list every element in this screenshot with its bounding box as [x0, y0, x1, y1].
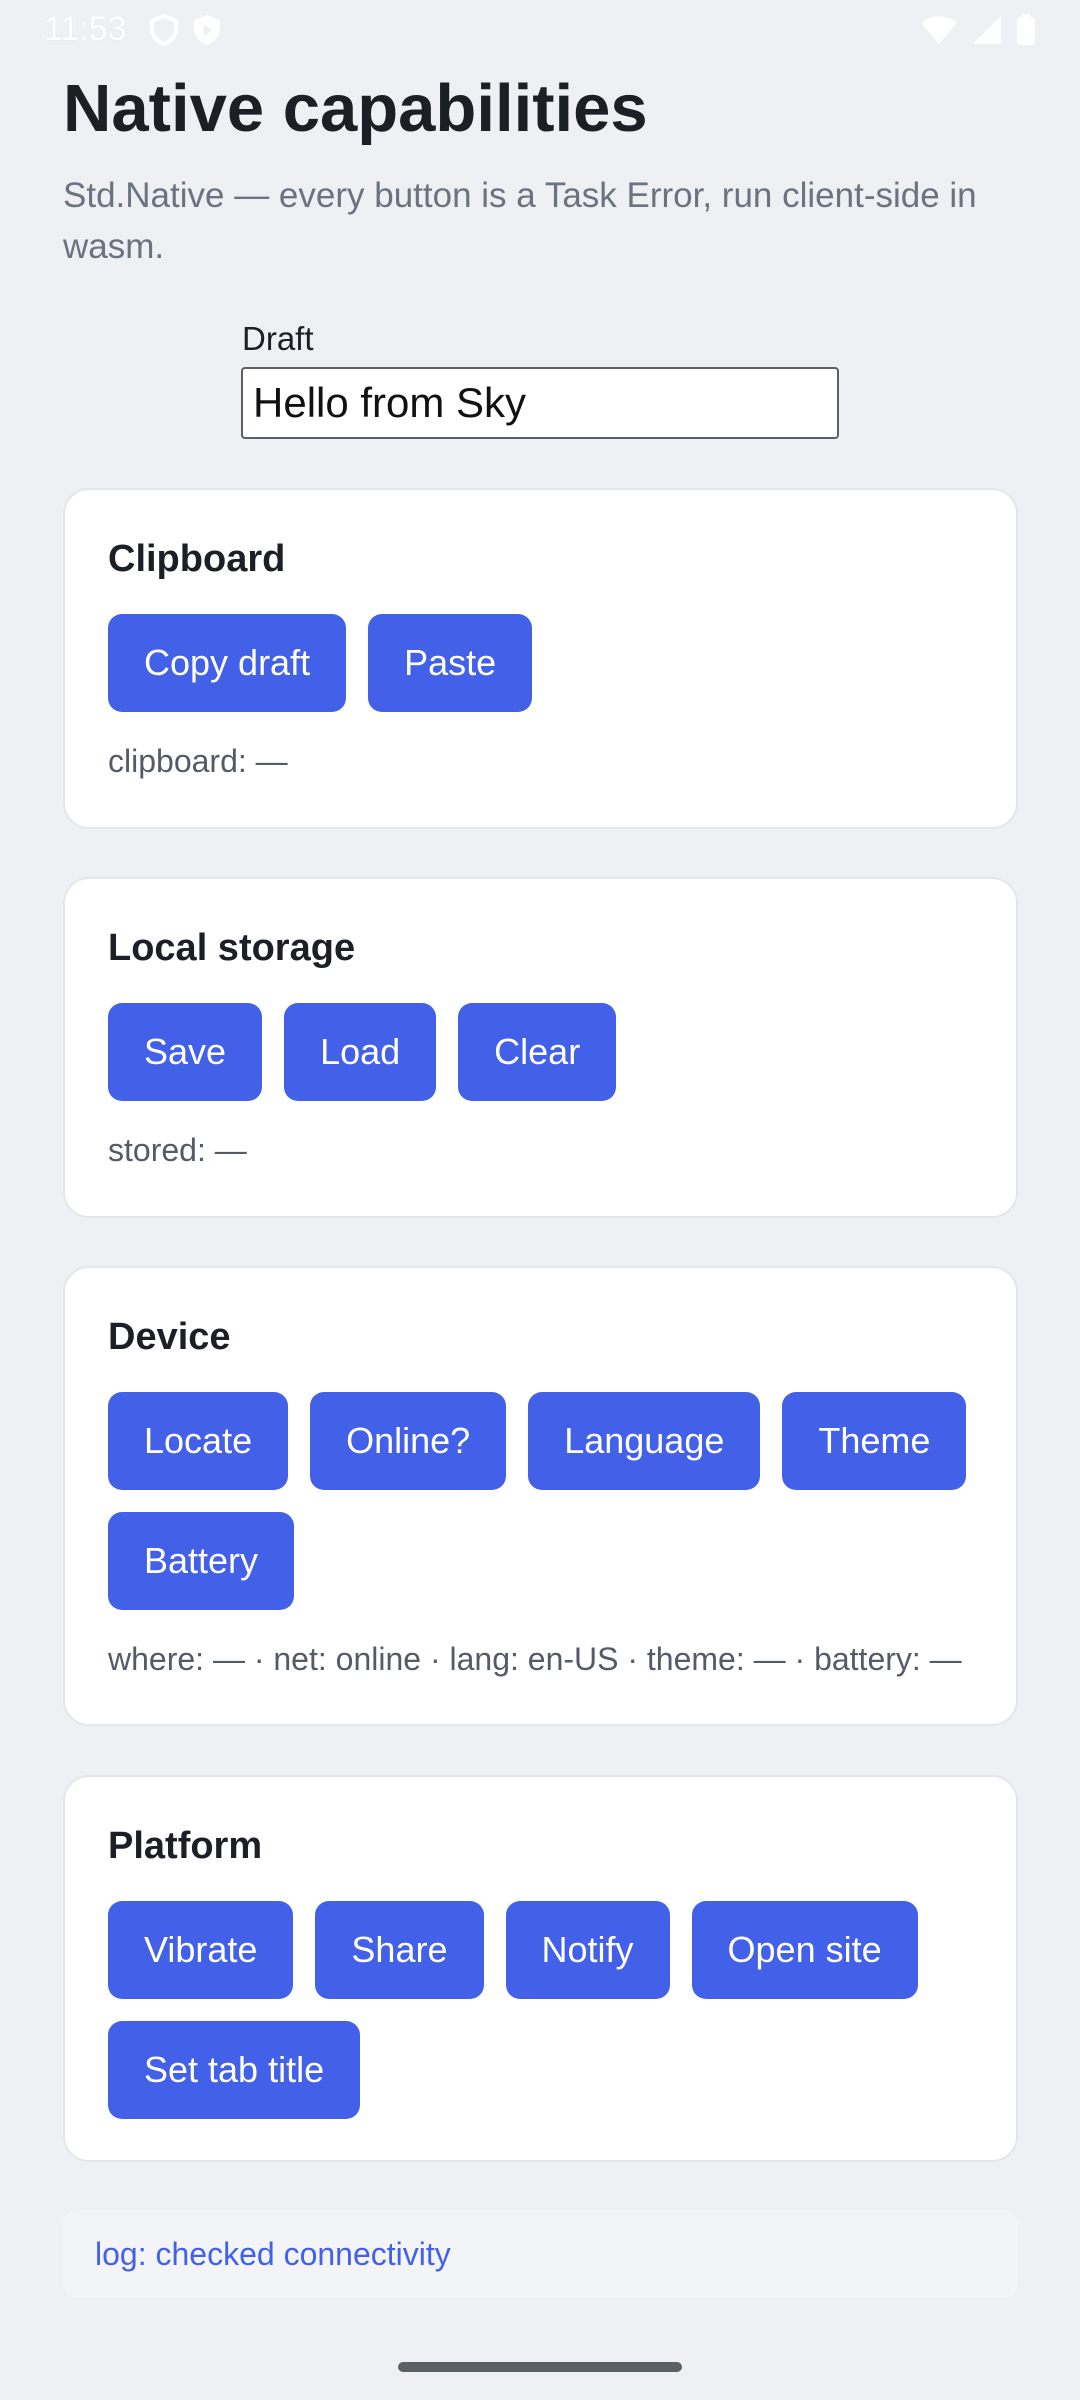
- locate-button[interactable]: Locate: [108, 1392, 289, 1490]
- status-left-icons: [150, 14, 222, 46]
- battery-button[interactable]: Battery: [108, 1512, 295, 1610]
- paste-button[interactable]: Paste: [368, 614, 533, 712]
- load-button[interactable]: Load: [284, 1003, 437, 1101]
- status-time: 11:53: [44, 10, 127, 48]
- theme-button[interactable]: Theme: [782, 1392, 967, 1490]
- log-panel: log: checked connectivity: [63, 2210, 1018, 2298]
- device-title: Device: [108, 1316, 231, 1358]
- language-button[interactable]: Language: [528, 1392, 761, 1490]
- signal-icon: [972, 15, 1002, 45]
- clipboard-buttons: Copy draft Paste: [108, 614, 533, 712]
- page-subtitle: Std.Native — every button is a Task Erro…: [63, 176, 977, 266]
- device-status: where: — · net: online · lang: en-US · t…: [108, 1641, 962, 1677]
- page-title: Native capabilities: [63, 71, 648, 146]
- log-text: log: checked connectivity: [95, 2235, 451, 2272]
- share-button[interactable]: Share: [315, 1901, 484, 1999]
- platform-card: Platform Vibrate Share Notify Open site …: [63, 1775, 1018, 2162]
- clipboard-card: Clipboard Copy draft Paste clipboard: —: [63, 488, 1018, 829]
- status-bar: 11:53: [0, 0, 1080, 62]
- platform-buttons-row-1: Vibrate Share Notify Open site: [108, 1901, 918, 1999]
- status-right-icons: [920, 14, 1036, 46]
- shield-icon: [150, 14, 178, 46]
- draft-input[interactable]: [241, 367, 839, 439]
- home-indicator[interactable]: [398, 2362, 682, 2372]
- clear-button[interactable]: Clear: [458, 1003, 617, 1101]
- device-buttons-row-2: Battery: [108, 1512, 295, 1610]
- save-button[interactable]: Save: [108, 1003, 263, 1101]
- wifi-icon: [920, 15, 958, 45]
- vibrate-button[interactable]: Vibrate: [108, 1901, 294, 1999]
- set-tab-title-button[interactable]: Set tab title: [108, 2021, 361, 2119]
- clipboard-title: Clipboard: [108, 538, 286, 580]
- device-buttons-row-1: Locate Online? Language Theme: [108, 1392, 967, 1490]
- storage-card: Local storage Save Load Clear stored: —: [63, 877, 1018, 1218]
- storage-buttons: Save Load Clear: [108, 1003, 617, 1101]
- platform-title: Platform: [108, 1825, 263, 1867]
- online-button[interactable]: Online?: [310, 1392, 507, 1490]
- storage-title: Local storage: [108, 927, 356, 969]
- copy-draft-button[interactable]: Copy draft: [108, 614, 347, 712]
- platform-buttons-row-2: Set tab title: [108, 2021, 361, 2119]
- storage-status: stored: —: [108, 1132, 247, 1168]
- battery-icon: [1016, 14, 1036, 46]
- open-site-button[interactable]: Open site: [691, 1901, 918, 1999]
- draft-label: Draft: [242, 320, 314, 357]
- play-shield-icon: [192, 14, 222, 46]
- notify-button[interactable]: Notify: [505, 1901, 670, 1999]
- clipboard-status: clipboard: —: [108, 743, 288, 779]
- device-card: Device Locate Online? Language Theme Bat…: [63, 1266, 1018, 1726]
